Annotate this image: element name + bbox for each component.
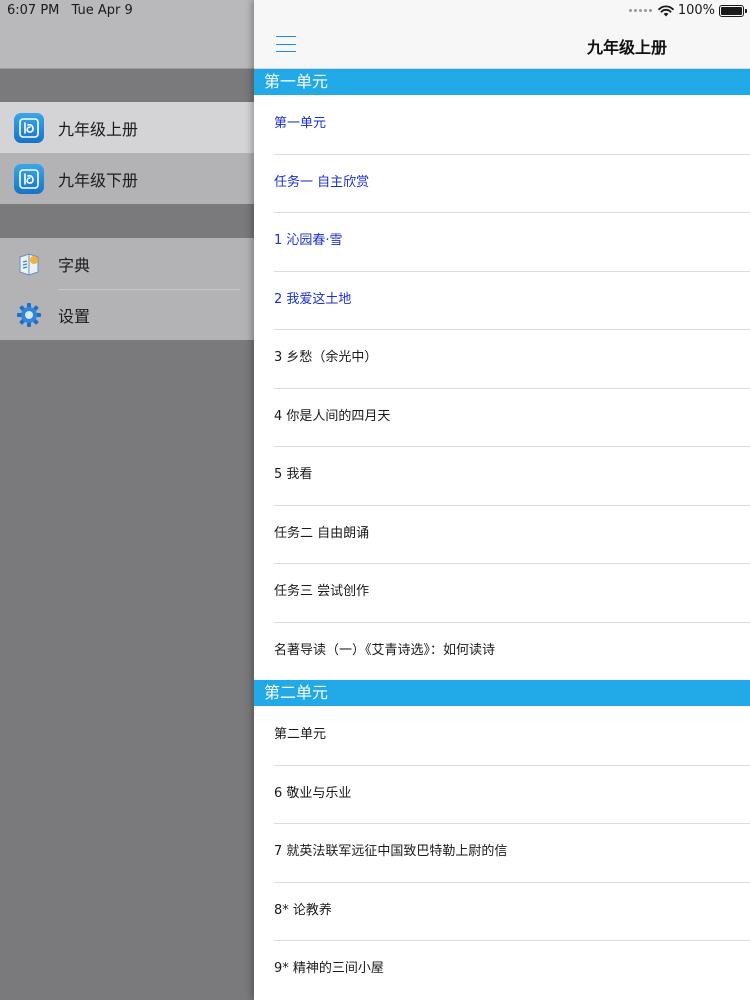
list-item[interactable]: 6 敬业与乐业 [254,764,750,824]
list-item[interactable]: 任务三 尝试创作 [254,563,750,622]
content-panel: 九年级上册 第一单元 第一单元 任务一 自主欣赏 1 沁园春·雪 2 我爱这土地… [254,0,750,1000]
sidebar-book-list: 九年级上册 九年级下册 [0,102,254,204]
sidebar-item-label: 九年级下册 [58,170,139,190]
list-item[interactable]: 7 就英法联军远征中国致巴特勒上尉的信 [254,823,750,882]
list-item[interactable]: 任务二 自由朗诵 [254,504,750,564]
list-item[interactable]: 第二单元 [254,706,750,765]
sidebar: 九年级上册 九年级下册 字典 设置 [0,0,254,1000]
sidebar-item-label: 字典 [58,255,91,275]
battery-icon [719,4,747,17]
lesson-list: 第一单元 第一单元 任务一 自主欣赏 1 沁园春·雪 2 我爱这土地 3 乡愁（… [254,69,750,999]
gear-icon [14,300,44,330]
list-item[interactable]: 2 我爱这土地 [254,270,750,330]
list-item[interactable]: 名著导读（一）《艾青诗选》：如何读诗 [254,621,750,681]
list-item[interactable]: 1 沁园春·雪 [254,212,750,271]
signal-dots-icon [628,9,652,12]
battery-level-fill [721,6,742,15]
list-item[interactable]: 3 乡愁（余光中） [254,329,750,388]
list-item[interactable]: 第一单元 [254,95,750,154]
status-bar-left: 6:07 PM Tue Apr 9 [7,3,141,18]
list-item[interactable]: 4 你是人间的四月天 [254,387,750,447]
status-time: 6:07 PM [7,3,60,18]
sidebar-item-settings[interactable]: 设置 [0,289,254,340]
list-item[interactable]: 8* 论教养 [254,881,750,941]
book-app-icon [14,163,44,194]
sidebar-item-label: 设置 [58,306,91,326]
wifi-icon [658,4,674,16]
battery-percent: 100% [677,3,715,18]
sidebar-item-dictionary[interactable]: 字典 [0,238,254,289]
section-header: 第二单元 [254,680,750,706]
dictionary-icon [14,249,44,279]
status-bar-right: 100% [628,3,747,18]
sidebar-tool-list: 字典 设置 [0,238,254,340]
section-header: 第一单元 [254,69,750,95]
sidebar-item-label: 九年级上册 [58,119,139,139]
sidebar-item-grade9-volume1[interactable]: 九年级上册 [0,102,254,153]
list-item[interactable]: 9* 精神的三间小屋 [254,940,750,999]
status-date: Tue Apr 9 [71,3,133,18]
list-item[interactable]: 任务一 自主欣赏 [254,153,750,213]
book-app-icon [14,112,44,143]
sidebar-item-grade9-volume2[interactable]: 九年级下册 [0,153,254,204]
page-title: 九年级上册 [587,38,668,57]
list-item[interactable]: 5 我看 [254,446,750,505]
hamburger-menu-icon[interactable] [276,36,296,52]
